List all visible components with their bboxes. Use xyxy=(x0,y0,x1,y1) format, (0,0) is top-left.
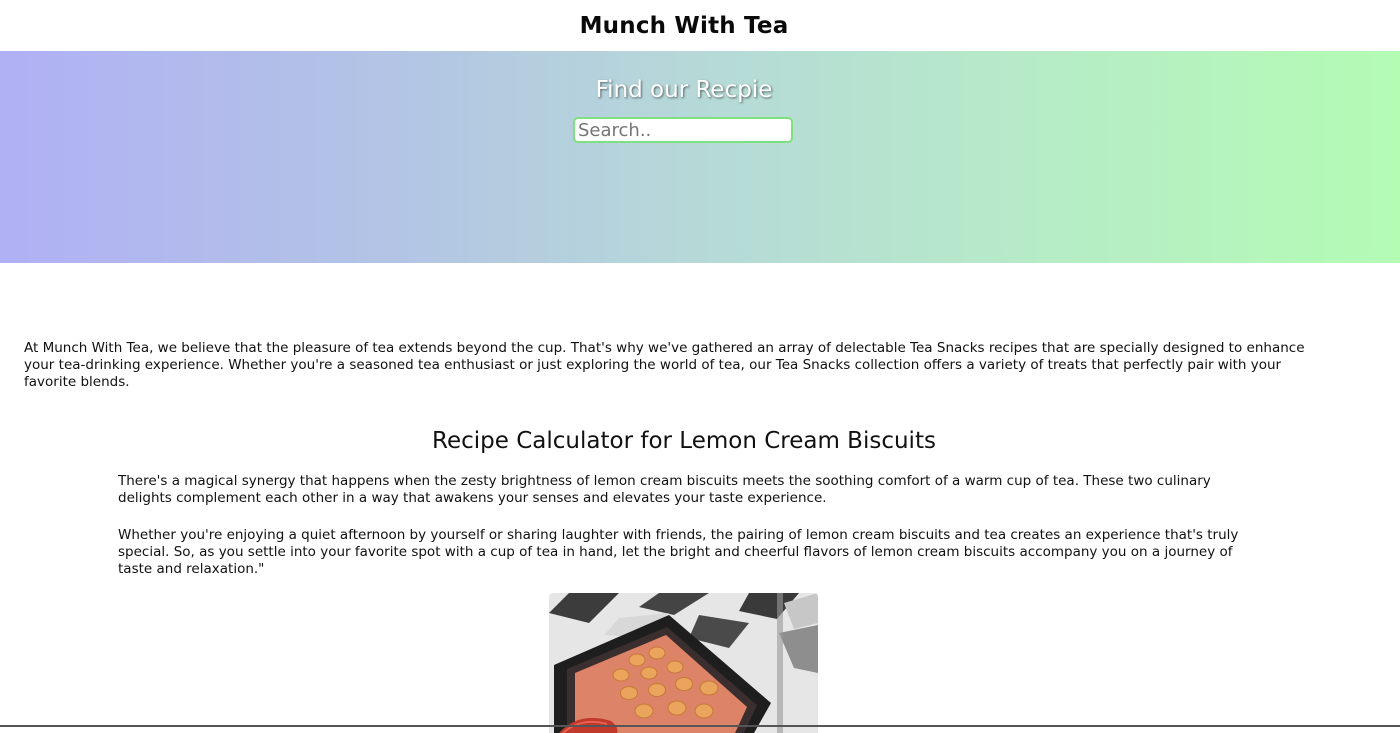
site-title: Munch With Tea xyxy=(579,12,789,39)
hero-title: Find our Recpie xyxy=(595,77,773,103)
intro-paragraph: At Munch With Tea, we believe that the p… xyxy=(24,340,1305,390)
hero-banner: Find our Recpie xyxy=(0,51,1400,263)
lemon-cream-biscuits-image xyxy=(549,593,818,733)
search-input[interactable] xyxy=(573,117,793,143)
recipe-paragraph: Whether you're enjoying a quiet afternoo… xyxy=(118,527,1239,577)
recipe-paragraph: There's a magical synergy that happens w… xyxy=(118,473,1211,506)
site-header: Munch With Tea xyxy=(0,0,1400,51)
recipe-section: Recipe Calculator for Lemon Cream Biscui… xyxy=(0,428,1400,733)
recipe-title: Recipe Calculator for Lemon Cream Biscui… xyxy=(432,428,936,454)
